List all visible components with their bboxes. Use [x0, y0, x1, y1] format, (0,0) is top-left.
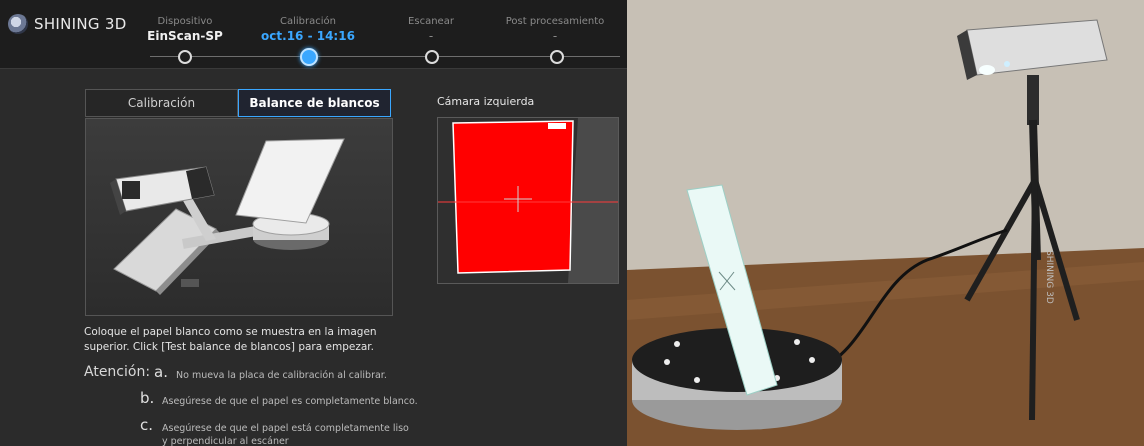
left-camera-view: [437, 117, 619, 284]
shining3d-logo-icon: [8, 14, 28, 34]
scanner-turntable-illustration: [110, 138, 345, 295]
instruction-item-text: Asegúrese de que el papel es completamen…: [162, 396, 418, 407]
setup-illustration: [85, 118, 393, 316]
calibration-tabs: Calibración Balance de blancos: [85, 89, 391, 117]
step-device-value: EinScan-SP: [147, 29, 223, 43]
setup-photo: SHINING 3D: [627, 0, 1144, 446]
instruction-item-letter: a.: [154, 363, 168, 381]
left-camera-label: Cámara izquierda: [437, 95, 535, 108]
instruction-item-letter: b.: [140, 389, 155, 407]
brand-name: SHINING 3D: [34, 15, 127, 33]
step-node-calibration[interactable]: [300, 48, 318, 66]
step-node-device[interactable]: [178, 50, 192, 64]
screenshot-root: SHINING 3D Dispositivo EinScan-SP Calibr…: [0, 0, 1144, 446]
step-postprocess[interactable]: Post procesamiento -: [490, 16, 620, 43]
wizard-header: SHINING 3D Dispositivo EinScan-SP Calibr…: [0, 0, 627, 69]
tripod-brand-text: SHINING 3D: [1044, 250, 1054, 304]
step-device-label: Dispositivo: [157, 16, 213, 27]
tab-calibration[interactable]: Calibración: [85, 89, 238, 117]
photo-scene: SHINING 3D: [627, 0, 1144, 446]
scanner-head-illustration: [110, 166, 215, 215]
camera-feed: [438, 118, 618, 283]
tab-white-balance[interactable]: Balance de blancos: [238, 89, 391, 117]
step-node-scan[interactable]: [425, 50, 439, 64]
step-calibration[interactable]: Calibración oct.16 - 14:16: [243, 16, 373, 43]
step-calibration-value: oct.16 - 14:16: [261, 29, 355, 43]
step-device[interactable]: Dispositivo EinScan-SP: [120, 16, 250, 43]
step-scan[interactable]: Escanear -: [366, 16, 496, 43]
step-node-postprocess[interactable]: [550, 50, 564, 64]
white-paper-illustration: [235, 138, 345, 224]
step-postprocess-value: -: [552, 29, 558, 43]
white-paper-detected-region: [452, 120, 574, 274]
brand-logo: SHINING 3D: [8, 14, 127, 34]
instruction-item-letter: c.: [140, 416, 154, 434]
attention-label: Atención:: [84, 364, 151, 380]
einscan-app-window: SHINING 3D Dispositivo EinScan-SP Calibr…: [0, 0, 627, 446]
instructions-text: Coloque el papel blanco como se muestra …: [84, 326, 377, 353]
step-scan-value: -: [428, 29, 434, 43]
instruction-item-text: Asegúrese de que el papel está completam…: [162, 423, 409, 446]
instruction-item-text: No mueva la placa de calibración al cali…: [176, 370, 387, 381]
step-scan-label: Escanear: [408, 16, 454, 27]
step-calibration-label: Calibración: [280, 16, 336, 27]
step-postprocess-label: Post procesamiento: [505, 16, 605, 27]
